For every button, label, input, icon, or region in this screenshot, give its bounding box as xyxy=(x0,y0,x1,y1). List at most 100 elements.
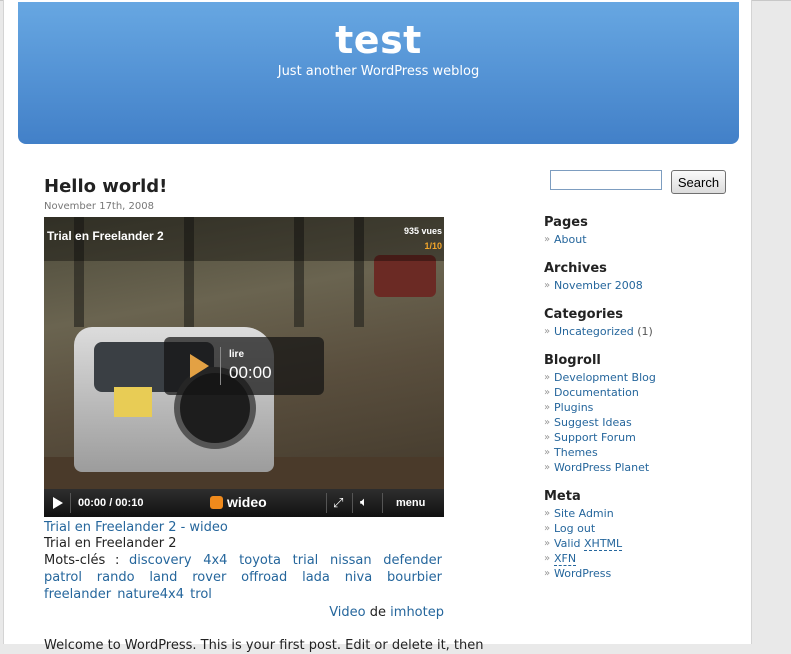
video-credit-link[interactable]: Video xyxy=(329,605,365,620)
wordpress-link[interactable]: WordPress xyxy=(554,567,611,580)
play-overlay-button[interactable]: lire 00:00 xyxy=(164,337,324,395)
video-credit-de: de xyxy=(369,605,387,620)
author-link[interactable]: imhotep xyxy=(390,605,444,620)
category-link[interactable]: Uncategorized xyxy=(554,325,634,338)
list-item: » Plugins xyxy=(544,400,734,415)
tag-link[interactable]: 4x4 xyxy=(203,553,227,568)
bullet-icon: » xyxy=(544,234,551,245)
wideo-logo-icon xyxy=(210,496,223,509)
bullet-icon: » xyxy=(544,553,551,564)
video-player[interactable]: Trial en Freelander 2 935 vues 1/10 lire… xyxy=(44,217,444,517)
tag-link[interactable]: land xyxy=(149,570,177,585)
log-out-link[interactable]: Log out xyxy=(554,522,595,535)
video-scene-license-plate xyxy=(114,387,152,417)
list-item: » WordPress Planet xyxy=(544,460,734,475)
search-button[interactable]: Search xyxy=(671,170,726,194)
tag-link[interactable]: nature4x4 xyxy=(117,587,184,602)
blogroll-link[interactable]: Suggest Ideas xyxy=(554,416,632,429)
video-title: Trial en Freelander 2 xyxy=(47,229,164,243)
post-content: Hello world! November 17th, 2008 Trial e… xyxy=(44,176,484,654)
bullet-icon: » xyxy=(544,447,551,458)
tag-link[interactable]: offroad xyxy=(241,570,287,585)
tag-link[interactable]: toyota xyxy=(239,553,281,568)
overlay-divider xyxy=(220,347,221,385)
tags-line: Mots-clés : discovery 4x4 toyota trial n… xyxy=(44,552,444,603)
list-item: » November 2008 xyxy=(544,278,734,293)
list-item: » About xyxy=(544,232,734,247)
video-controls: 00:00 / 00:10 wideo ⤢ 🔈︎ menu xyxy=(44,489,444,517)
video-subtitle: Trial en Freelander 2 xyxy=(44,536,177,551)
blogroll-link[interactable]: Plugins xyxy=(554,401,593,414)
bullet-icon: » xyxy=(544,326,551,337)
valid-word: Valid xyxy=(554,537,581,550)
video-scene-red-car xyxy=(374,255,436,297)
archive-link[interactable]: November 2008 xyxy=(554,279,643,292)
fullscreen-icon[interactable]: ⤢ xyxy=(333,495,343,511)
volume-icon[interactable]: 🔈︎ xyxy=(360,494,368,510)
tag-link[interactable]: trol xyxy=(190,587,212,602)
blogroll-link[interactable]: Support Forum xyxy=(554,431,636,444)
tag-link[interactable]: defender xyxy=(383,553,442,568)
blogroll-link[interactable]: WordPress Planet xyxy=(554,461,649,474)
search-input[interactable] xyxy=(550,170,662,190)
video-views: 935 vues xyxy=(403,226,442,236)
play-icon[interactable] xyxy=(53,497,63,509)
bullet-icon: » xyxy=(544,523,551,534)
widget-title-blogroll: Blogroll xyxy=(544,353,601,368)
tag-link[interactable]: rando xyxy=(97,570,135,585)
video-titlebar: Trial en Freelander 2 935 vues 1/10 xyxy=(44,217,444,261)
tag-link[interactable]: bourbier xyxy=(387,570,442,585)
tags-label: Mots-clés : xyxy=(44,553,120,568)
bullet-icon: » xyxy=(544,568,551,579)
list-item: » Suggest Ideas xyxy=(544,415,734,430)
control-divider xyxy=(70,493,71,513)
blogroll-link[interactable]: Themes xyxy=(554,446,598,459)
tag-link[interactable]: freelander xyxy=(44,587,111,602)
category-count: (1) xyxy=(637,325,653,338)
tag-link[interactable]: lada xyxy=(302,570,330,585)
bullet-icon: » xyxy=(544,280,551,291)
control-divider xyxy=(352,493,353,513)
post-body-text: Welcome to WordPress. This is your first… xyxy=(44,638,484,653)
list-item: » Development Blog xyxy=(544,370,734,385)
wideo-logo-text: wideo xyxy=(227,494,267,510)
bullet-icon: » xyxy=(544,538,551,549)
tag-link[interactable]: discovery xyxy=(129,553,191,568)
tag-link[interactable]: niva xyxy=(345,570,373,585)
blogroll-link[interactable]: Development Blog xyxy=(554,371,656,384)
blog-header[interactable]: test Just another WordPress weblog xyxy=(18,2,739,144)
list-item: » Valid XHTML xyxy=(544,536,734,551)
bullet-icon: » xyxy=(544,508,551,519)
bullet-icon: » xyxy=(544,432,551,443)
wideo-logo[interactable]: wideo xyxy=(210,494,267,510)
list-item: » Documentation xyxy=(544,385,734,400)
post-date: November 17th, 2008 xyxy=(44,201,154,212)
play-icon xyxy=(190,354,209,378)
widget-pages: Pages » About xyxy=(544,214,734,247)
list-item: » Site Admin xyxy=(544,506,734,521)
bullet-icon: » xyxy=(544,387,551,398)
overlay-label: lire xyxy=(229,349,245,360)
valid-xhtml-link[interactable]: Valid XHTML xyxy=(554,537,623,551)
page-link-about[interactable]: About xyxy=(554,233,587,246)
control-divider xyxy=(382,493,383,513)
blog-title[interactable]: test xyxy=(18,18,739,62)
list-item: » Support Forum xyxy=(544,430,734,445)
post-title[interactable]: Hello world! xyxy=(44,176,444,198)
widget-title-categories: Categories xyxy=(544,307,624,322)
tag-link[interactable]: trial xyxy=(293,553,319,568)
video-page-counter: 1/10 xyxy=(424,241,442,251)
site-admin-link[interactable]: Site Admin xyxy=(554,507,614,520)
time-display: 00:00 / 00:10 xyxy=(78,497,144,509)
video-menu-button[interactable]: menu xyxy=(396,497,425,509)
blogroll-link[interactable]: Documentation xyxy=(554,386,639,399)
tag-link[interactable]: rover xyxy=(192,570,226,585)
xfn-link[interactable]: XFN xyxy=(554,552,577,566)
list-item: » Themes xyxy=(544,445,734,460)
tag-link[interactable]: nissan xyxy=(330,553,372,568)
video-source-link[interactable]: Trial en Freelander 2 - wideo xyxy=(44,520,444,535)
list-item: » Uncategorized (1) xyxy=(544,324,734,339)
widget-title-meta: Meta xyxy=(544,489,581,504)
bullet-icon: » xyxy=(544,402,551,413)
tag-link[interactable]: patrol xyxy=(44,570,82,585)
